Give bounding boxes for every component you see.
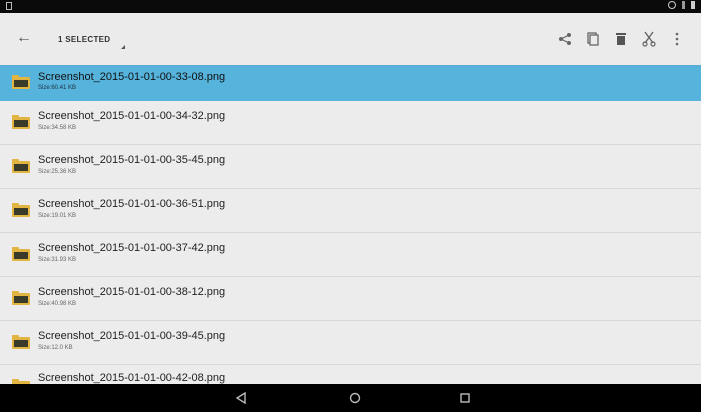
file-row[interactable]: Screenshot_2015-01-01-00-35-45.png Size:… — [0, 145, 701, 189]
folder-image-icon — [12, 203, 30, 217]
file-size: Size:12.0 KB — [38, 345, 73, 351]
file-row[interactable]: Screenshot_2015-01-01-00-33-08.png Size:… — [0, 67, 701, 101]
copy-icon[interactable] — [579, 27, 607, 51]
folder-image-icon — [12, 115, 30, 129]
file-name: Screenshot_2015-01-01-00-36-51.png — [38, 198, 226, 210]
back-arrow-icon[interactable]: ← — [15, 29, 33, 47]
recents-square-icon[interactable] — [456, 389, 474, 407]
file-name: Screenshot_2015-01-01-00-38-12.png — [38, 286, 226, 298]
file-row[interactable]: Screenshot_2015-01-01-00-37-42.png Size:… — [0, 233, 701, 277]
file-size: Size:25.36 KB — [38, 169, 77, 175]
dropdown-triangle-icon[interactable] — [121, 45, 125, 49]
wifi-icon — [668, 1, 676, 9]
file-name: Screenshot_2015-01-01-00-39-45.png — [38, 330, 226, 342]
file-row[interactable]: Screenshot_2015-01-01-00-42-08.png — [0, 365, 701, 385]
delete-icon[interactable] — [607, 27, 635, 51]
file-row[interactable]: Screenshot_2015-01-01-00-39-45.png Size:… — [0, 321, 701, 365]
battery-icon — [691, 1, 695, 9]
file-size: Size:31.93 KB — [38, 257, 77, 263]
file-name: Screenshot_2015-01-01-00-42-08.png — [38, 372, 226, 384]
home-circle-icon[interactable] — [346, 389, 364, 407]
file-list: Screenshot_2015-01-01-00-33-08.png Size:… — [0, 67, 701, 385]
status-icons — [668, 1, 695, 9]
share-icon[interactable] — [551, 27, 579, 51]
navigation-bar — [0, 384, 701, 412]
folder-image-icon — [12, 75, 30, 89]
selection-count[interactable]: 1 SELECTED — [58, 35, 110, 44]
file-name: Screenshot_2015-01-01-00-37-42.png — [38, 242, 226, 254]
file-size: Size:60.41 KB — [38, 85, 77, 91]
file-row[interactable]: Screenshot_2015-01-01-00-36-51.png Size:… — [0, 189, 701, 233]
notification-icon — [6, 2, 12, 10]
cut-icon[interactable] — [635, 27, 663, 51]
back-triangle-icon[interactable] — [232, 389, 250, 407]
status-bar — [0, 0, 701, 13]
file-row[interactable]: Screenshot_2015-01-01-00-38-12.png Size:… — [0, 277, 701, 321]
file-name: Screenshot_2015-01-01-00-33-08.png — [38, 71, 226, 83]
signal-icon — [682, 1, 685, 9]
file-size: Size:40.98 KB — [38, 301, 77, 307]
folder-image-icon — [12, 291, 30, 305]
file-row[interactable]: Screenshot_2015-01-01-00-34-32.png Size:… — [0, 101, 701, 145]
file-name: Screenshot_2015-01-01-00-34-32.png — [38, 110, 226, 122]
folder-image-icon — [12, 247, 30, 261]
file-size: Size:19.01 KB — [38, 213, 77, 219]
file-size: Size:34.58 KB — [38, 125, 77, 131]
folder-image-icon — [12, 159, 30, 173]
action-bar: ← 1 SELECTED — [0, 13, 701, 67]
action-buttons — [551, 27, 691, 51]
more-vert-icon[interactable] — [663, 27, 691, 51]
folder-image-icon — [12, 335, 30, 349]
file-name: Screenshot_2015-01-01-00-35-45.png — [38, 154, 226, 166]
